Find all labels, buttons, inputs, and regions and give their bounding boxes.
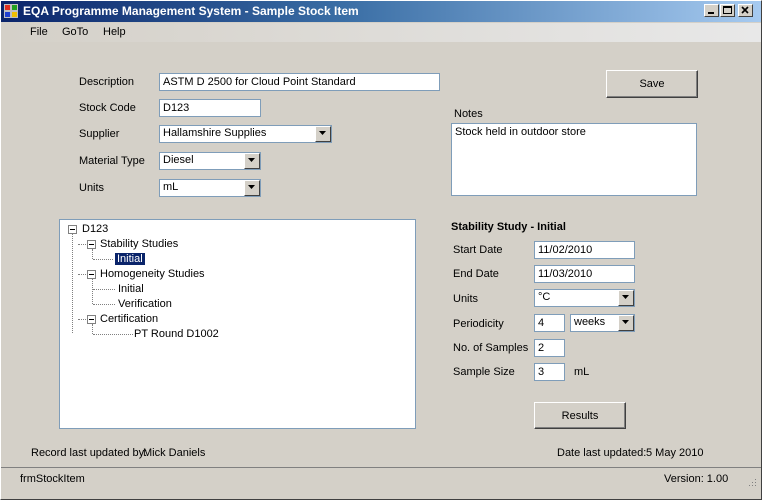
collapse-certification-toggle[interactable] xyxy=(87,315,96,324)
tree-line xyxy=(93,259,115,260)
start-date-label: Start Date xyxy=(453,244,503,256)
menu-goto[interactable]: GoTo xyxy=(62,26,88,38)
date-updated-label: Date last updated: xyxy=(557,447,647,459)
periodicity-label: Periodicity xyxy=(453,318,504,330)
material-type-select[interactable]: Diesel xyxy=(159,152,261,170)
window-title: EQA Programme Management System - Sample… xyxy=(23,4,359,18)
supplier-dropdown-button[interactable] xyxy=(315,126,331,142)
close-button[interactable] xyxy=(738,4,753,17)
maximize-icon xyxy=(723,6,732,14)
tree-line xyxy=(78,244,86,245)
tree-node-stability-studies[interactable]: Stability Studies xyxy=(100,238,178,250)
supplier-label: Supplier xyxy=(79,128,120,140)
menu-file[interactable]: File xyxy=(30,26,48,38)
tree-line xyxy=(78,274,86,275)
end-date-label: End Date xyxy=(453,268,499,280)
periodicity-input[interactable] xyxy=(534,314,565,332)
record-updated-label: Record last updated by: xyxy=(31,447,148,459)
samples-label: No. of Samples xyxy=(453,342,529,354)
status-bar: frmStockItem Version: 1.00 xyxy=(1,467,761,490)
minimize-icon xyxy=(708,12,714,14)
chevron-down-icon xyxy=(248,158,255,162)
save-button[interactable]: Save xyxy=(606,70,698,98)
tree-node-homogeneity-initial[interactable]: Initial xyxy=(118,283,144,295)
supplier-value: Hallamshire Supplies xyxy=(163,127,267,139)
menu-help[interactable]: Help xyxy=(103,26,126,38)
tree-node-pt-round[interactable]: PT Round D1002 xyxy=(134,328,219,340)
tree-line xyxy=(92,249,93,259)
app-icon xyxy=(4,4,18,18)
title-bar[interactable]: EQA Programme Management System - Sample… xyxy=(1,1,761,22)
tree-node-root[interactable]: D123 xyxy=(82,223,108,235)
tree-line xyxy=(78,319,86,320)
periodicity-unit-value: weeks xyxy=(574,316,606,328)
units-dropdown-button[interactable] xyxy=(244,180,260,196)
sample-size-label: Sample Size xyxy=(453,366,515,378)
end-date-input[interactable] xyxy=(534,265,635,283)
close-icon xyxy=(741,6,749,14)
record-updated-value: Mick Daniels xyxy=(143,447,206,459)
status-version: Version: 1.00 xyxy=(664,473,729,485)
units-value: mL xyxy=(163,181,179,193)
notes-label: Notes xyxy=(454,108,483,120)
stock-code-input[interactable] xyxy=(159,99,261,117)
tree-line xyxy=(93,289,115,290)
supplier-select[interactable]: Hallamshire Supplies xyxy=(159,125,332,143)
tree-line xyxy=(92,324,93,334)
status-form-name: frmStockItem xyxy=(20,473,85,485)
material-type-label: Material Type xyxy=(79,155,145,167)
study-units-label: Units xyxy=(453,293,479,305)
tree-line xyxy=(72,234,73,333)
minimize-button[interactable] xyxy=(704,4,719,17)
material-type-value: Diesel xyxy=(163,154,194,166)
chevron-down-icon xyxy=(622,320,629,324)
stock-tree[interactable]: D123 Stability Studies Initial Homogenei… xyxy=(59,219,416,429)
maximize-button[interactable] xyxy=(720,4,735,17)
main-window: EQA Programme Management System - Sample… xyxy=(0,0,762,500)
collapse-stability-toggle[interactable] xyxy=(87,240,96,249)
periodicity-unit-dropdown-button[interactable] xyxy=(618,315,634,331)
resize-grip-icon[interactable] xyxy=(747,477,757,487)
study-title: Stability Study - Initial xyxy=(451,221,566,233)
description-input[interactable] xyxy=(159,73,440,91)
study-units-dropdown-button[interactable] xyxy=(618,290,634,306)
chevron-down-icon xyxy=(319,131,326,135)
units-label: Units xyxy=(79,182,105,194)
material-type-dropdown-button[interactable] xyxy=(244,153,260,169)
sample-size-unit: mL xyxy=(574,366,590,378)
tree-node-homogeneity-verification[interactable]: Verification xyxy=(118,298,172,310)
tree-node-stability-initial[interactable]: Initial xyxy=(114,252,146,266)
periodicity-unit-select[interactable]: weeks xyxy=(570,314,635,332)
notes-textarea[interactable]: Stock held in outdoor store xyxy=(451,123,697,196)
tree-line xyxy=(93,334,133,335)
tree-line xyxy=(92,279,93,304)
collapse-root-toggle[interactable] xyxy=(68,225,77,234)
chevron-down-icon xyxy=(248,185,255,189)
tree-node-homogeneity-studies[interactable]: Homogeneity Studies xyxy=(100,268,205,280)
samples-input[interactable] xyxy=(534,339,565,357)
tree-node-certification[interactable]: Certification xyxy=(100,313,158,325)
stock-code-label: Stock Code xyxy=(79,102,136,114)
sample-size-input[interactable] xyxy=(534,363,565,381)
chevron-down-icon xyxy=(622,295,629,299)
description-label: Description xyxy=(79,76,135,88)
tree-line xyxy=(93,304,115,305)
start-date-input[interactable] xyxy=(534,241,635,259)
study-units-select[interactable]: °C xyxy=(534,289,635,307)
study-units-value: °C xyxy=(538,291,551,303)
menu-bar: File GoTo Help xyxy=(1,23,761,42)
units-select[interactable]: mL xyxy=(159,179,261,197)
results-button[interactable]: Results xyxy=(534,402,626,429)
collapse-homogeneity-toggle[interactable] xyxy=(87,270,96,279)
date-updated-value: 5 May 2010 xyxy=(646,447,704,459)
